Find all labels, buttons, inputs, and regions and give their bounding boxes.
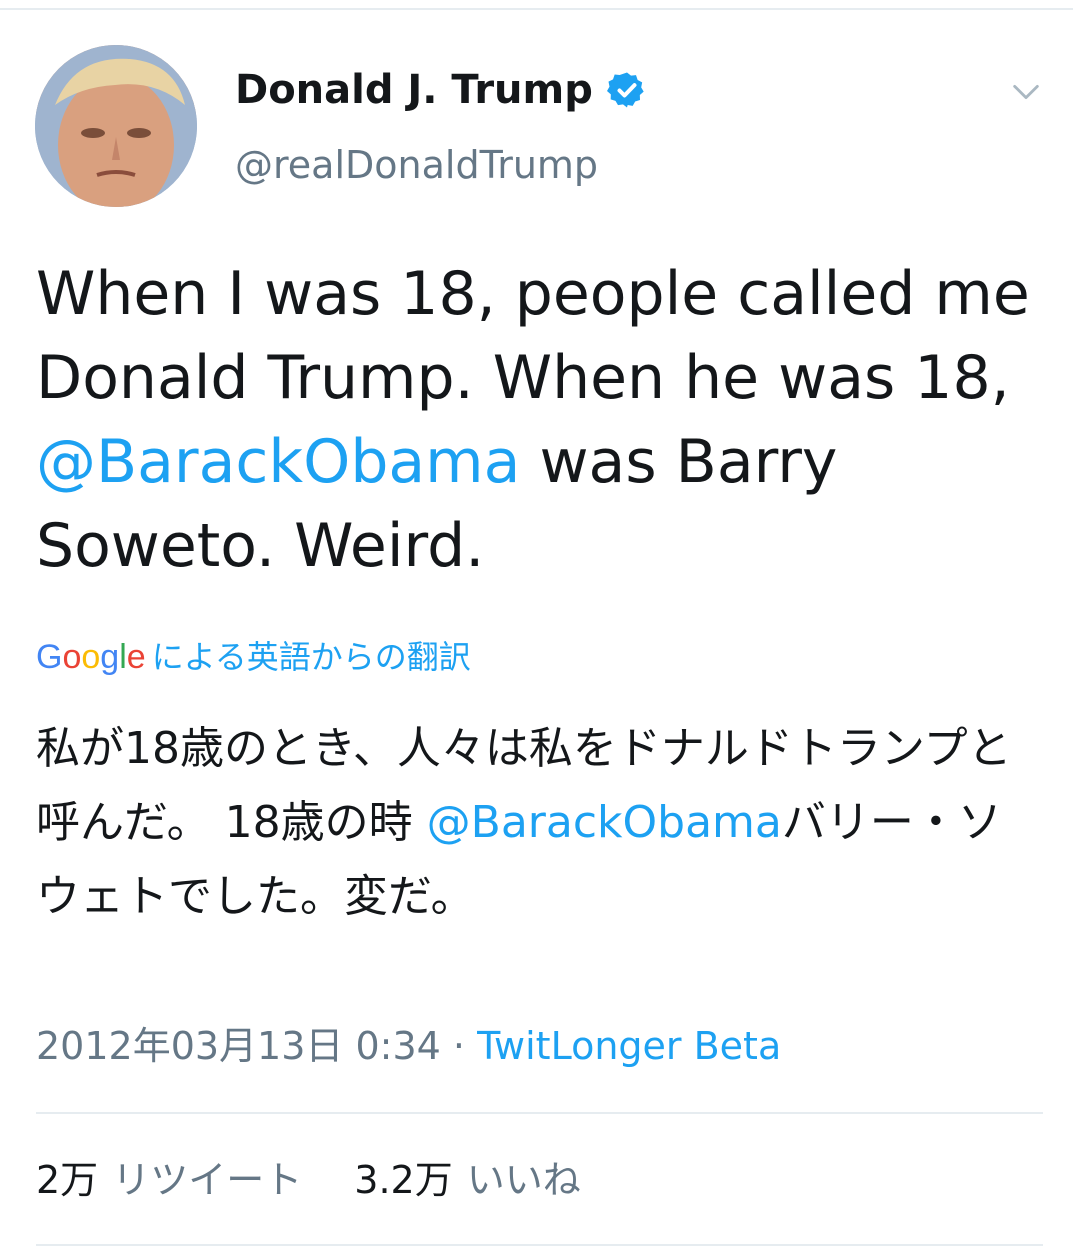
verified-badge-icon <box>606 70 647 110</box>
tweet-mention-link[interactable]: @BarackObama <box>36 427 520 497</box>
tweet-text: When I was 18, people called me Donald T… <box>36 252 1036 588</box>
user-name-text: Donald J. Trump <box>235 67 593 113</box>
retweets-count: 2万 <box>36 1158 99 1202</box>
likes-stat[interactable]: 3.2万 いいね <box>354 1154 580 1206</box>
chevron-down-icon[interactable] <box>1009 75 1043 109</box>
tweet-meta: 2012年03月13日 0:34 · TwitLonger Beta <box>36 1020 781 1072</box>
translation-label: による英語からの翻訳 <box>151 638 471 676</box>
translated-text: 私が18歳のとき、人々は私をドナルドトランプと呼んだ。 18歳の時 @Barac… <box>36 712 1026 934</box>
meta-separator: · <box>452 1024 466 1068</box>
user-name[interactable]: Donald J. Trump <box>235 64 647 116</box>
google-logo: Google <box>36 638 146 676</box>
likes-label: いいね <box>466 1158 581 1202</box>
avatar-image <box>35 45 197 207</box>
tweet-source-link[interactable]: TwitLonger Beta <box>477 1024 781 1068</box>
avatar[interactable] <box>35 45 197 207</box>
user-handle[interactable]: @realDonaldTrump <box>235 140 598 190</box>
top-divider <box>0 8 1073 10</box>
translation-attribution[interactable]: Google による英語からの翻訳 <box>36 634 471 680</box>
retweets-label: リツイート <box>112 1158 303 1202</box>
translated-mention-link[interactable]: @BarackObama <box>427 797 782 848</box>
bottom-divider <box>36 1244 1043 1246</box>
likes-count: 3.2万 <box>354 1158 453 1202</box>
retweets-stat[interactable]: 2万 リツイート <box>36 1154 302 1206</box>
stats-divider <box>36 1112 1043 1114</box>
tweet-text-before: When I was 18, people called me Donald T… <box>36 259 1030 413</box>
tweet-stats: 2万 リツイート 3.2万 いいね <box>36 1154 621 1206</box>
tweet-timestamp[interactable]: 2012年03月13日 0:34 <box>36 1024 441 1068</box>
